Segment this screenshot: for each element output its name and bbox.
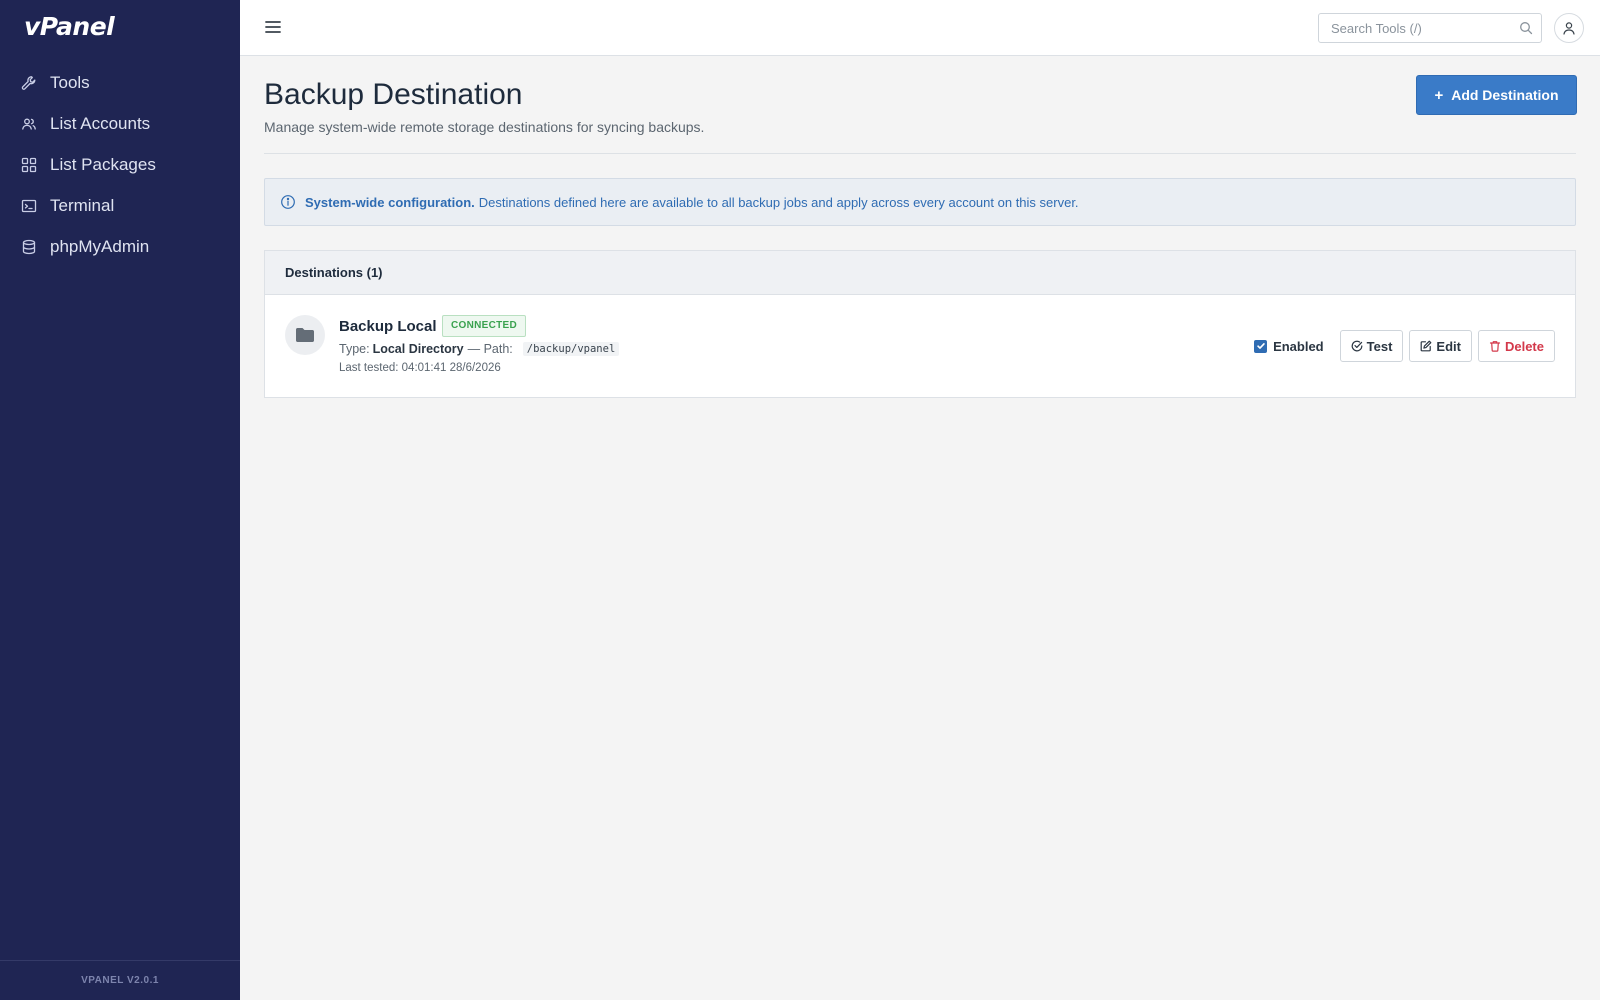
destinations-header: Destinations (1) bbox=[265, 251, 1575, 295]
sidebar-item-label: Tools bbox=[50, 72, 90, 92]
info-text: Destinations defined here are available … bbox=[478, 194, 1079, 210]
wrench-icon bbox=[21, 75, 37, 91]
version-label: VPANEL V2.0.1 bbox=[0, 960, 240, 1000]
info-title: System-wide configuration. bbox=[305, 194, 475, 210]
users-icon bbox=[21, 116, 37, 132]
add-destination-button[interactable]: + Add Destination bbox=[1416, 75, 1577, 115]
sidebar-item-label: Terminal bbox=[50, 195, 115, 215]
folder-avatar bbox=[285, 315, 325, 355]
page-subtitle: Manage system-wide remote storage destin… bbox=[264, 119, 705, 135]
topbar bbox=[240, 0, 1600, 56]
search-icon[interactable] bbox=[1519, 21, 1533, 35]
hamburger-icon bbox=[265, 21, 281, 33]
test-label: Test bbox=[1366, 338, 1393, 354]
type-value: Local Directory bbox=[372, 342, 464, 356]
sidebar-item-terminal[interactable]: Terminal bbox=[0, 185, 240, 226]
status-badge: CONNECTED bbox=[442, 315, 527, 337]
terminal-icon bbox=[21, 198, 37, 214]
delete-label: Delete bbox=[1504, 338, 1544, 354]
search-input[interactable] bbox=[1319, 14, 1509, 42]
sidebar-item-phpmyadmin[interactable]: phpMyAdmin bbox=[0, 226, 240, 267]
sidebar-nav: Tools List Accounts List Packages Termin… bbox=[0, 62, 240, 267]
plus-icon: + bbox=[1434, 86, 1444, 104]
info-alert: System-wide configuration. Destinations … bbox=[264, 178, 1576, 226]
sidebar-item-label: List Packages bbox=[50, 154, 156, 174]
destination-actions: Enabled Test Edit Delete bbox=[1254, 330, 1555, 362]
destinations-panel: Destinations (1) Backup Local CONNECTED … bbox=[264, 250, 1576, 398]
info-icon bbox=[281, 195, 295, 209]
delete-button[interactable]: Delete bbox=[1477, 330, 1555, 362]
checkmark-icon bbox=[1256, 343, 1265, 349]
type-label: Type: bbox=[339, 342, 370, 356]
path-label: — Path: bbox=[467, 342, 513, 356]
check-circle-icon bbox=[1351, 340, 1363, 352]
sidebar-item-list-accounts[interactable]: List Accounts bbox=[0, 103, 240, 144]
add-destination-label: Add Destination bbox=[1451, 87, 1559, 103]
path-value: /backup/vpanel bbox=[522, 342, 620, 356]
sidebar-item-tools[interactable]: Tools bbox=[0, 62, 240, 103]
vpanel-logo[interactable]: vPanel bbox=[24, 12, 115, 41]
sidebar-item-label: List Accounts bbox=[50, 113, 151, 133]
sidebar-item-label: phpMyAdmin bbox=[50, 236, 150, 256]
database-icon bbox=[21, 239, 37, 255]
header-divider bbox=[264, 153, 1576, 154]
sidebar-item-list-packages[interactable]: List Packages bbox=[0, 144, 240, 185]
sidebar: vPanel Tools List Accounts List Packages… bbox=[0, 0, 240, 1000]
user-menu-button[interactable] bbox=[1554, 13, 1584, 43]
test-button[interactable]: Test bbox=[1339, 330, 1404, 362]
destination-row: Backup Local CONNECTED Type: Local Direc… bbox=[265, 295, 1575, 397]
last-tested: Last tested: 04:01:41 28/6/2026 bbox=[339, 362, 501, 374]
page-title: Backup Destination bbox=[264, 78, 523, 111]
enabled-label: Enabled bbox=[1273, 338, 1324, 354]
folder-icon bbox=[296, 328, 314, 342]
hamburger-menu-button[interactable] bbox=[264, 18, 282, 36]
edit-label: Edit bbox=[1436, 338, 1461, 354]
destination-name: Backup Local bbox=[339, 318, 437, 335]
destination-meta: Type: Local Directory — Path: /backup/vp… bbox=[339, 342, 620, 356]
edit-button[interactable]: Edit bbox=[1409, 330, 1472, 362]
enabled-checkbox[interactable] bbox=[1254, 339, 1268, 353]
search-box bbox=[1318, 13, 1542, 43]
user-icon bbox=[1563, 22, 1575, 35]
enabled-toggle[interactable]: Enabled bbox=[1254, 339, 1324, 354]
trash-icon bbox=[1489, 341, 1501, 352]
edit-icon bbox=[1421, 340, 1432, 352]
grid-icon bbox=[21, 157, 37, 173]
